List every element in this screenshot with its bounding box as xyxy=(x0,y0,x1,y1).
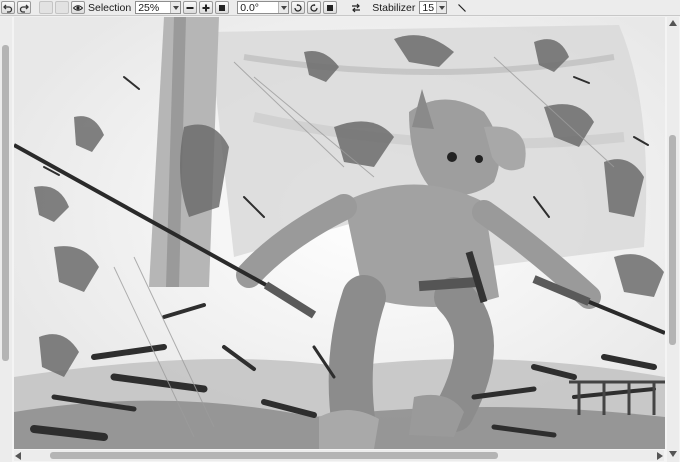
scroll-right-icon[interactable] xyxy=(657,452,663,460)
rotate-left-icon xyxy=(294,3,302,12)
scroll-left-icon[interactable] xyxy=(15,452,21,460)
rotation-select[interactable]: 0.0° xyxy=(237,1,290,14)
artwork-illustration xyxy=(14,17,665,449)
flip-horizontal-icon xyxy=(352,3,361,12)
scrollbar-thumb[interactable] xyxy=(2,45,9,361)
square-icon xyxy=(219,4,226,11)
scroll-down-icon[interactable] xyxy=(669,451,677,457)
blank-tool-button-1[interactable] xyxy=(39,1,53,14)
chevron-down-icon xyxy=(436,2,447,13)
zoom-select[interactable]: 25% xyxy=(135,1,182,14)
redo-button[interactable] xyxy=(17,1,31,14)
toolbar: Selection 25% 0.0° Stabilizer 15 xyxy=(0,0,680,16)
selection-toggle[interactable] xyxy=(71,1,85,14)
zoom-fit-button[interactable] xyxy=(215,1,230,14)
flip-button[interactable] xyxy=(349,1,363,14)
chevron-down-icon xyxy=(170,2,181,13)
undo-icon xyxy=(3,4,13,13)
rotate-right-icon xyxy=(310,3,318,12)
right-vertical-scrollbar[interactable] xyxy=(667,17,679,462)
selection-label: Selection xyxy=(88,1,132,14)
canvas-workspace xyxy=(0,17,680,462)
rotate-right-button[interactable] xyxy=(307,1,322,14)
drawing-canvas[interactable] xyxy=(14,17,665,449)
plus-icon xyxy=(202,4,210,11)
zoom-in-button[interactable] xyxy=(199,1,214,14)
stabilizer-label: Stabilizer xyxy=(372,1,416,14)
rotation-value: 0.0° xyxy=(240,1,259,14)
zoom-out-button[interactable] xyxy=(183,1,198,14)
horizontal-scrollbar[interactable] xyxy=(14,450,664,461)
scroll-up-icon[interactable] xyxy=(669,20,677,26)
minus-icon xyxy=(186,6,194,9)
zoom-value: 25% xyxy=(138,1,160,14)
scrollbar-thumb[interactable] xyxy=(50,452,498,459)
square-icon xyxy=(327,4,334,11)
eye-icon xyxy=(73,4,83,11)
rotation-reset-button[interactable] xyxy=(323,1,338,14)
blank-tool-button-2[interactable] xyxy=(55,1,69,14)
diagonal-line-icon xyxy=(458,3,467,12)
chevron-down-icon xyxy=(278,2,289,13)
scrollbar-thumb[interactable] xyxy=(669,135,676,345)
redo-icon xyxy=(19,4,29,13)
line-tool-button[interactable] xyxy=(455,1,469,14)
stabilizer-value: 15 xyxy=(422,1,435,14)
undo-button[interactable] xyxy=(1,1,15,14)
left-vertical-scrollbar[interactable] xyxy=(0,17,12,462)
rotate-left-button[interactable] xyxy=(291,1,306,14)
stabilizer-select[interactable]: 15 xyxy=(419,1,448,14)
